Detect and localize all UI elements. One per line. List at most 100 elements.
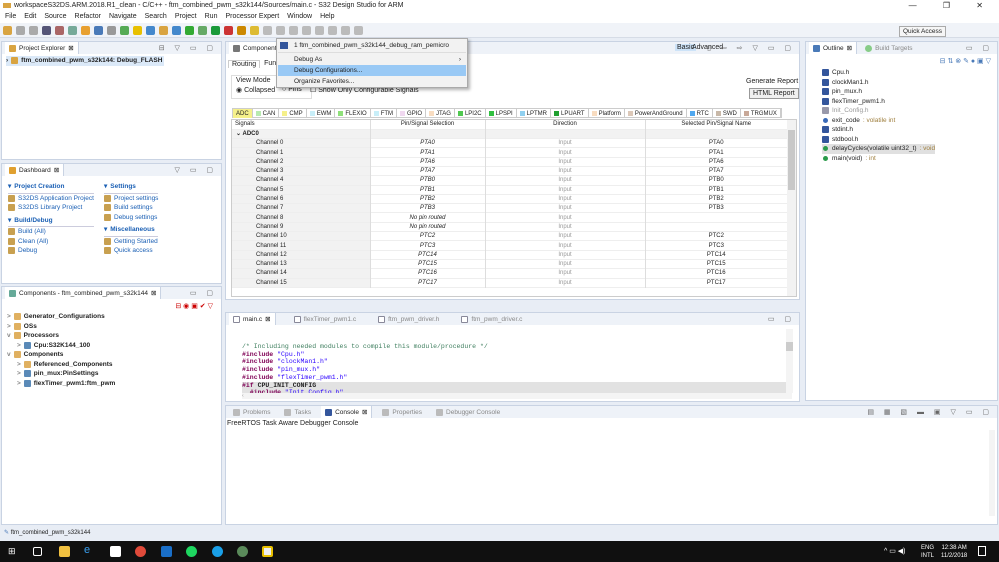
pin-selection-cell[interactable]: No pin routed	[370, 212, 486, 223]
toolbar-button-icon[interactable]	[172, 25, 181, 35]
toolbar-button-icon[interactable]	[289, 25, 298, 35]
console-toolbar[interactable]: ▤ ▦ ▧ ▬ ▣ ▽ ▭ ▢	[867, 408, 993, 416]
tab-lptmr[interactable]: LPTMR	[517, 109, 551, 118]
tab-swd[interactable]: SWD	[713, 109, 741, 118]
tab-platform[interactable]: Platform	[589, 109, 625, 118]
tab-tasks[interactable]: Tasks	[280, 406, 315, 418]
outline-toolbar[interactable]: ⊟ ⇅ ⊗ ✎ ● ▣ ▽	[940, 57, 991, 65]
group-row[interactable]: ⌄ ADC0	[232, 129, 788, 139]
tab-can[interactable]: CAN	[253, 109, 280, 118]
outline-item[interactable]: clockMan1.h	[822, 78, 935, 88]
menu-item-debug-configurations[interactable]: Debug Configurations...	[278, 65, 466, 76]
toolbar-button-icon[interactable]	[328, 25, 337, 35]
toolbar-button-icon[interactable]	[224, 25, 233, 35]
project-item[interactable]: › ftm_combined_pwm_s32k144: Debug_FLASH	[6, 56, 165, 66]
outline-item[interactable]: pin_mux.h	[822, 87, 935, 97]
toolbar-button-icon[interactable]	[263, 25, 272, 35]
pin-selection-cell[interactable]: PTB0	[370, 175, 486, 186]
toolbar-button-icon[interactable]	[315, 25, 324, 35]
tab-cmp[interactable]: CMP	[279, 109, 307, 118]
toolbar-button-icon[interactable]	[211, 25, 220, 35]
tab-debugger-console[interactable]: Debugger Console	[432, 406, 504, 418]
section-settings[interactable]: ▾ Settings	[104, 182, 159, 194]
toolbar-button-icon[interactable]	[81, 25, 90, 35]
toolbar-button-icon[interactable]	[237, 25, 246, 35]
table-row[interactable]: Channel 2 PTA6 Input PTA6	[232, 157, 788, 167]
tree-item[interactable]: > Cpu:S32K144_100	[7, 341, 115, 351]
editor-tab-ftm-pwm-driver-h[interactable]: ftm_pwm_driver.h	[374, 313, 443, 325]
outline-item[interactable]: main(void) : int	[822, 154, 935, 164]
pin-selection-cell[interactable]: PTA7	[370, 166, 486, 176]
dashboard-link-build-settings[interactable]: Build settings	[104, 203, 158, 213]
dashboard-link-clean-all[interactable]: Clean (All)	[8, 237, 94, 247]
dashboard-link-debug[interactable]: Debug	[8, 246, 94, 256]
pin-selection-cell[interactable]: PTC3	[370, 240, 486, 251]
tree-item[interactable]: v Components	[7, 350, 115, 360]
toolbar-button-icon[interactable]	[146, 25, 155, 35]
menu-edit[interactable]: Edit	[24, 11, 36, 23]
toolbar-button-icon[interactable]	[276, 25, 285, 35]
window-controls[interactable]: — ❐ ✕	[909, 0, 995, 11]
section-project-creation[interactable]: ▾ Project Creation	[8, 182, 94, 194]
tree-item[interactable]: > Referenced_Components	[7, 360, 115, 370]
tab-routing[interactable]: Routing	[228, 60, 261, 68]
toolbar-button-icon[interactable]	[250, 25, 259, 35]
spotify-icon[interactable]	[186, 546, 197, 557]
edge-icon[interactable]: e	[84, 544, 95, 556]
editor-vscrollbar[interactable]	[786, 329, 793, 393]
menu-help[interactable]: Help	[320, 11, 334, 23]
pin-selection-cell[interactable]: No pin routed	[370, 222, 486, 232]
pin-selection-cell[interactable]: PTB1	[370, 185, 486, 195]
notifications-icon[interactable]	[978, 546, 986, 556]
table-row[interactable]: Channel 3 PTA7 Input PTA7	[232, 166, 788, 176]
pin-selection-cell[interactable]: PTA6	[370, 157, 486, 167]
toolbar-button-icon[interactable]	[94, 25, 103, 35]
table-row[interactable]: Channel 13 PTC15 Input PTC15	[232, 259, 788, 269]
tab-dashboard[interactable]: Dashboard ⊠	[5, 164, 65, 176]
table-row[interactable]: Channel 9 No pin routed Input	[232, 222, 788, 232]
editor-tab-main-c[interactable]: main.c ⊠	[229, 313, 276, 325]
dashboard-link-s32ds-application-project[interactable]: S32DS Application Project	[8, 194, 94, 204]
tab-rtc[interactable]: RTC	[687, 109, 713, 118]
view-controls[interactable]: ▭ ▢	[190, 289, 217, 297]
pin-selection-cell[interactable]: PTC17	[370, 278, 486, 288]
menu-refactor[interactable]: Refactor	[75, 11, 101, 23]
toolbar-button-icon[interactable]	[16, 25, 25, 35]
toolbar-button-icon[interactable]	[341, 25, 350, 35]
tab-lpuart[interactable]: LPUART	[551, 109, 589, 118]
pin-selection-cell[interactable]: PTC15	[370, 259, 486, 269]
toolbar-button-icon[interactable]	[159, 25, 168, 35]
dashboard-link-getting-started[interactable]: Getting Started	[104, 237, 158, 247]
tree-item[interactable]: > flexTimer_pwm1:ftm_pwm	[7, 379, 115, 389]
view-controls[interactable]: ⊟ ▽ ▭ ▢	[159, 44, 217, 52]
tab-jtag[interactable]: JTAG	[426, 109, 455, 118]
collapsed-radio[interactable]: ◉ Collapsed	[236, 86, 275, 94]
table-row[interactable]: Channel 14 PTC16 Input PTC16	[232, 268, 788, 279]
tab-outline[interactable]: Outline ⊠	[809, 42, 858, 54]
toolbar-button-icon[interactable]	[55, 25, 64, 35]
outline-item[interactable]: flexTimer_pwm1.h	[822, 97, 935, 107]
table-scrollbar[interactable]	[787, 120, 796, 296]
pin-selection-cell[interactable]: PTA1	[370, 147, 486, 158]
language-indicator[interactable]: ENG INTL	[921, 544, 934, 560]
tab-lpspi[interactable]: LPSPI	[486, 109, 517, 118]
toolbar-button-icon[interactable]	[198, 25, 207, 35]
toolbar-button-icon[interactable]	[120, 25, 129, 35]
components-toolbar[interactable]: ⊟ ◉ ▣ ✔ ▽	[175, 302, 213, 310]
toolbar-button-icon[interactable]	[42, 25, 51, 35]
tree-item[interactable]: v Processors	[7, 331, 115, 341]
menu-item-debug-as[interactable]: Debug As ›	[278, 54, 466, 65]
view-controls[interactable]: ▭ ▢	[966, 44, 993, 52]
pin-selection-cell[interactable]: PTB3	[370, 203, 486, 213]
system-tray-icons[interactable]: ^ ▭ ◀)	[884, 547, 906, 555]
start-button[interactable]: ⊞	[8, 546, 16, 557]
skype-icon[interactable]	[212, 546, 223, 557]
pin-selection-cell[interactable]: PTC2	[370, 231, 486, 241]
outlook-icon[interactable]	[161, 546, 172, 557]
tab-problems[interactable]: Problems	[229, 406, 274, 418]
tab-powerandground[interactable]: PowerAndGround	[625, 109, 687, 118]
pin-selection-cell[interactable]: PTA0	[370, 138, 486, 148]
tree-item[interactable]: > OSs	[7, 322, 115, 332]
dashboard-link-debug-settings[interactable]: Debug settings	[104, 213, 158, 223]
view-controls[interactable]: ▯ ⇦ ⇨ ▽ ▭ ▢	[707, 44, 795, 52]
